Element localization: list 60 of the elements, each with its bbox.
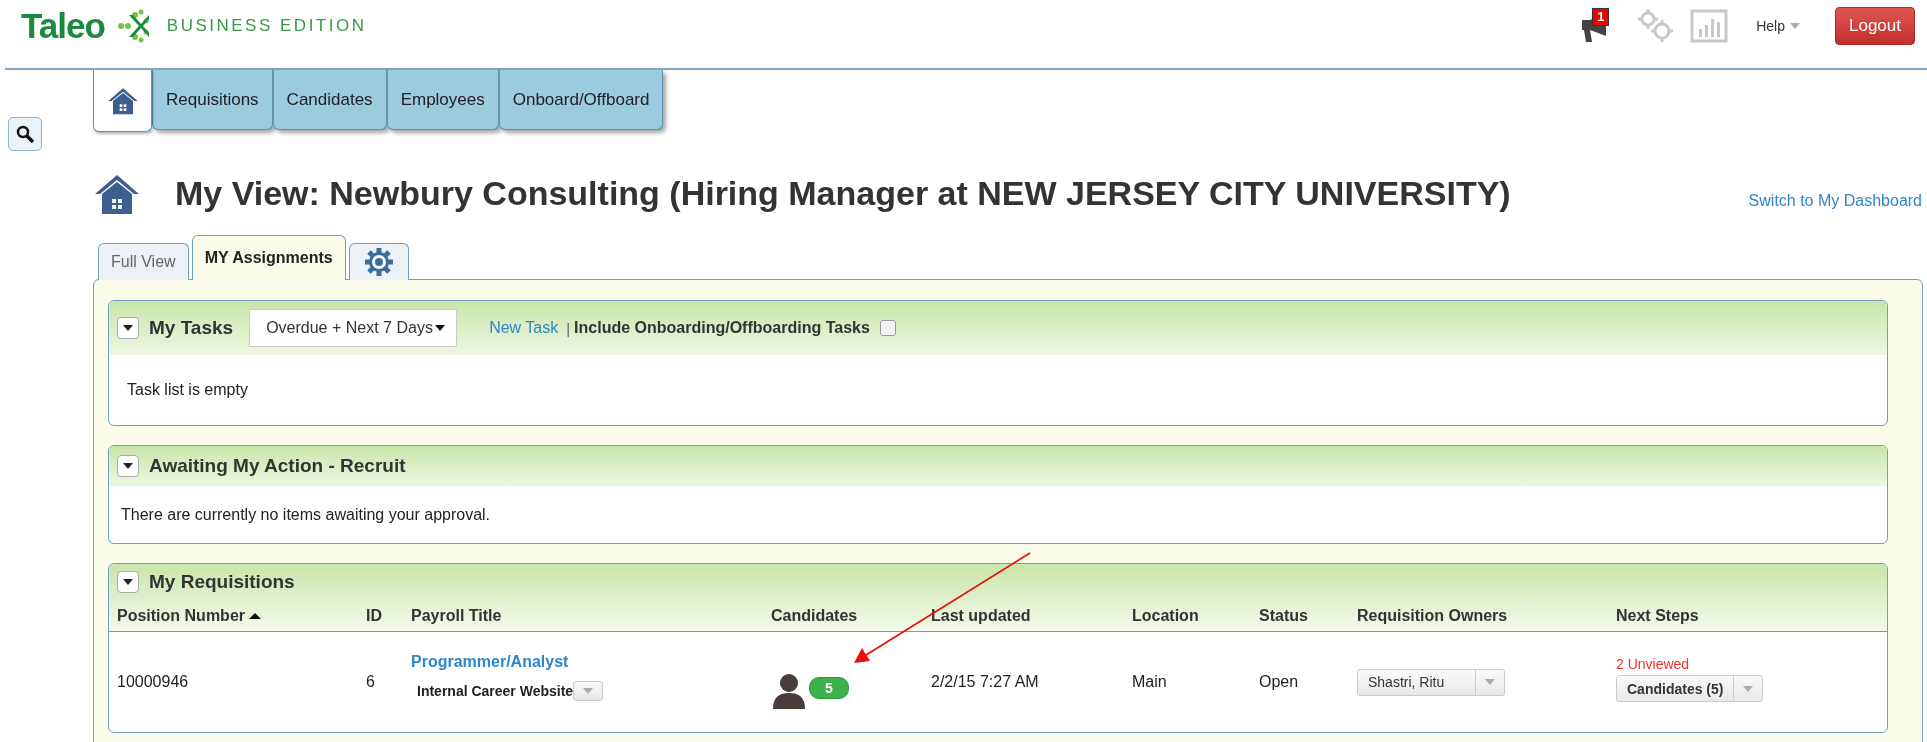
- search-icon: [16, 125, 34, 143]
- table-cell: 2/2/15 7:27 AM: [931, 673, 1039, 690]
- column-header[interactable]: Status: [1259, 600, 1308, 631]
- logout-button[interactable]: Logout: [1835, 7, 1915, 45]
- logo-subtitle: BUSINESS EDITION: [166, 16, 367, 36]
- caret-icon: [122, 324, 134, 332]
- posting-label: Internal Career Website: [417, 683, 574, 699]
- unviewed-count: 2 Unviewed: [1616, 656, 1691, 672]
- dashboard-link[interactable]: Switch to My Dashboard: [1748, 191, 1922, 210]
- collapse-button[interactable]: [117, 317, 139, 339]
- panel-title: Awaiting My Action - Recruit: [149, 455, 406, 477]
- nav-tab[interactable]: Requisitions: [152, 70, 273, 130]
- empty-message: Task list is empty: [127, 381, 248, 399]
- owner-dropdown[interactable]: Shastri, Ritu: [1357, 668, 1505, 696]
- requisition-link[interactable]: Programmer/Analyst: [411, 653, 771, 671]
- notification-badge: 1: [1592, 8, 1610, 26]
- next-steps-button[interactable]: Candidates (5): [1616, 675, 1764, 702]
- page-title: My View: Newbury Consulting (Hiring Manager at NEW JERSEY CITY UNIVERSITY): [175, 174, 1511, 213]
- caret-icon: [1484, 678, 1496, 686]
- settings-tab[interactable]: [348, 243, 409, 280]
- nav-tab[interactable]: Onboard/Offboard: [498, 70, 664, 130]
- collapse-button[interactable]: [117, 571, 139, 593]
- sort-ascending-icon: [249, 611, 261, 620]
- caret-icon: [122, 462, 134, 470]
- search-button[interactable]: [8, 117, 42, 151]
- column-header[interactable]: Location: [1132, 600, 1199, 631]
- home-tab[interactable]: [93, 70, 152, 132]
- column-header[interactable]: Candidates: [771, 600, 858, 631]
- column-header[interactable]: Payroll Title: [411, 600, 502, 631]
- column-header[interactable]: Last updated: [931, 600, 1031, 631]
- collapse-button[interactable]: [117, 455, 139, 477]
- view-tab[interactable]: MY Assignments: [191, 235, 346, 280]
- panel-title: My Requisitions: [149, 571, 295, 593]
- caret-icon: [122, 578, 134, 586]
- caret-icon: [1742, 684, 1755, 693]
- logo-text: Taleo: [21, 6, 105, 46]
- nav-tab[interactable]: Employees: [386, 70, 499, 130]
- settings-icon: [363, 247, 394, 277]
- table-cell: Open: [1259, 673, 1299, 690]
- info-message: There are currently no items awaiting your approval.: [121, 505, 491, 524]
- panel-title: My Tasks: [149, 317, 234, 339]
- column-header[interactable]: Position Number: [117, 600, 261, 631]
- separator: |: [566, 319, 571, 337]
- notifications-button[interactable]: 1: [1580, 8, 1623, 44]
- person-icon: [771, 673, 807, 709]
- table-cell: 6: [366, 673, 375, 690]
- filter-dropdown[interactable]: Overdue + Next 7 Days: [249, 309, 458, 347]
- help-menu[interactable]: Help: [1756, 18, 1801, 34]
- nav-tab[interactable]: Candidates: [272, 70, 387, 130]
- column-header[interactable]: Requisition Owners: [1357, 600, 1508, 631]
- checkbox-label: Include Onboarding/Offboarding Tasks: [574, 319, 870, 337]
- caret-icon: [582, 687, 595, 695]
- caret-icon: [1789, 22, 1801, 30]
- view-tab[interactable]: Full View: [98, 243, 189, 280]
- table-cell: Main: [1132, 673, 1167, 690]
- table-cell: 10000946: [117, 673, 189, 690]
- column-header[interactable]: Next Steps: [1616, 600, 1699, 631]
- checkbox[interactable]: [879, 320, 896, 336]
- caret-icon: [434, 324, 447, 332]
- column-header[interactable]: ID: [366, 600, 382, 631]
